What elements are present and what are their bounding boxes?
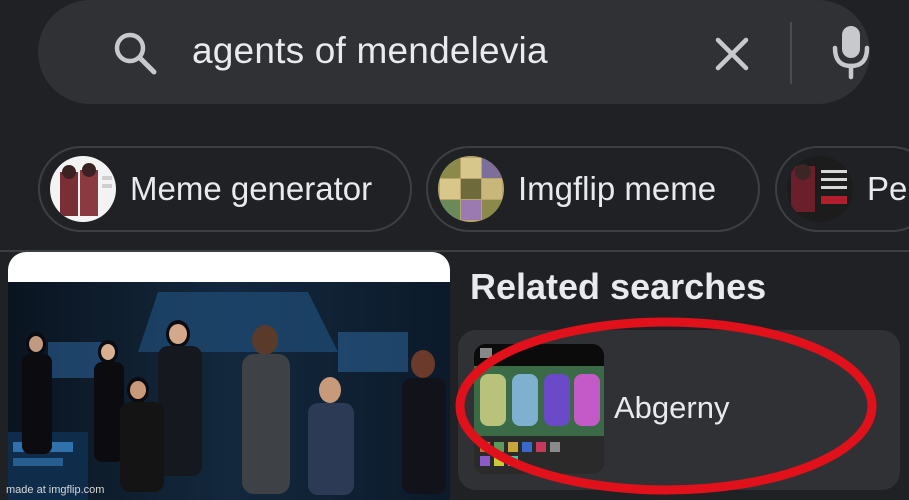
- result-image: [8, 282, 450, 500]
- red-annotation-ellipse: [455, 317, 877, 495]
- image-result[interactable]: [8, 252, 450, 500]
- chip-imgflip-meme[interactable]: Imgflip meme: [426, 146, 760, 232]
- search-input[interactable]: agents of mendelevia: [192, 30, 548, 72]
- chip-thumbnail: [438, 156, 504, 222]
- search-icon[interactable]: [112, 30, 158, 76]
- chip-thumbnail: [787, 156, 853, 222]
- chip-label: Imgflip meme: [518, 170, 717, 207]
- related-searches-heading: Related searches: [470, 266, 767, 307]
- close-icon[interactable]: [708, 30, 756, 78]
- chip-label: Meme generator: [130, 170, 373, 207]
- chip-thumbnail: [50, 156, 116, 222]
- imgflip-watermark: made at imgflip.com: [6, 484, 105, 496]
- chip-per[interactable]: Per: [775, 146, 909, 232]
- chip-meme-generator[interactable]: Meme generator: [38, 146, 412, 232]
- chip-label: Per: [867, 170, 909, 207]
- search-bar[interactable]: agents of mendelevia: [38, 0, 870, 104]
- microphone-icon[interactable]: [828, 24, 874, 80]
- search-divider: [790, 22, 792, 84]
